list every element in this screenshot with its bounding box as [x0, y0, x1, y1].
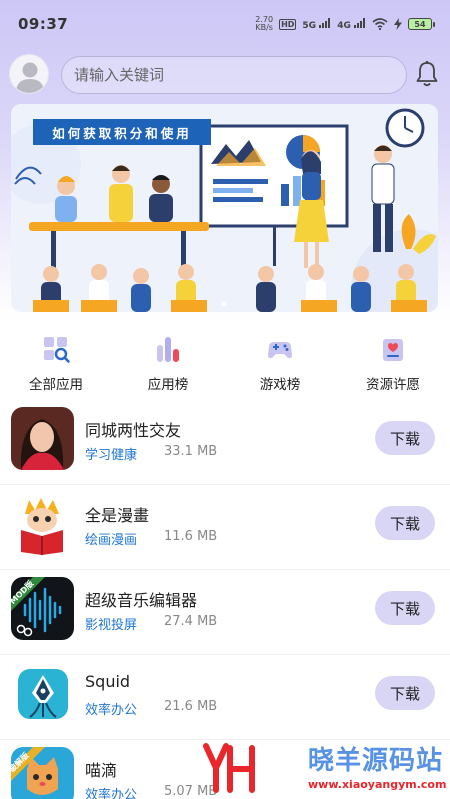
category-resource-wish[interactable]: 资源许愿 [343, 330, 443, 394]
gamepad-icon [268, 342, 292, 359]
watermark-logo-icon [203, 743, 255, 793]
bar-chart-icon [157, 337, 179, 362]
app-name: 喵滴 [85, 761, 118, 780]
category-label: 资源许愿 [366, 377, 420, 393]
hd-indicator: HD [279, 18, 297, 30]
app-icon [11, 407, 74, 470]
battery-indicator: 54 [408, 18, 435, 30]
status-icons: 2.70 KB/s HD 5G 4G 54 [255, 16, 435, 32]
download-button[interactable]: 下载 [375, 506, 435, 540]
app-icon: MOD版 [11, 577, 74, 640]
category-nav: 全部应用 应用榜 游戏榜 资源许愿 [0, 330, 450, 394]
category-label: 全部应用 [29, 377, 83, 393]
app-category[interactable]: 学习健康 [85, 444, 137, 463]
list-item[interactable]: MOD版 超级音乐编辑器 影视投屏 27.4 MB 下载 [0, 570, 450, 655]
list-item[interactable]: 同城两性交友 学习健康 33.1 MB 下载 [0, 400, 450, 485]
app-size: 27.4 MB [164, 614, 218, 629]
net-speed: 2.70 KB/s [255, 16, 273, 32]
wifi-icon [372, 18, 388, 30]
battery-level: 54 [414, 19, 426, 29]
category-label: 游戏榜 [259, 377, 301, 393]
watermark-url: www.xiaoyangym.com [308, 778, 447, 791]
app-size: 11.6 MB [164, 529, 218, 544]
app-icon [11, 492, 74, 555]
signal-4g-label: 4G [337, 20, 351, 31]
banner-title: 如何获取积分和使用 [33, 119, 211, 145]
app-category[interactable]: 绘画漫画 [85, 529, 137, 548]
signal-4g: 4G [337, 17, 366, 31]
charging-bolt-icon [394, 18, 402, 30]
net-speed-unit: KB/s [255, 23, 273, 32]
status-bar: 09:37 2.70 KB/s HD 5G 4G 54 [0, 0, 450, 48]
avatar[interactable] [9, 54, 49, 94]
app-size: 21.6 MB [164, 699, 218, 714]
download-button[interactable]: 下载 [375, 591, 435, 625]
download-button[interactable]: 下载 [375, 676, 435, 710]
category-app-ranking[interactable]: 应用榜 [118, 330, 218, 394]
category-label: 应用榜 [147, 377, 189, 393]
status-time: 09:37 [18, 15, 69, 33]
app-name: 全是漫畫 [85, 506, 150, 525]
app-name: 同城两性交友 [85, 421, 182, 440]
grid-search-icon [44, 337, 70, 363]
watermark-text: 晓羊源码站 [308, 746, 444, 776]
category-game-ranking[interactable]: 游戏榜 [230, 330, 330, 394]
app-category[interactable]: 效率办公 [85, 784, 137, 799]
category-all-apps[interactable]: 全部应用 [6, 330, 106, 394]
signal-bars-icon [354, 17, 365, 28]
download-button[interactable]: 下载 [375, 421, 435, 455]
app-name: 超级音乐编辑器 [85, 591, 198, 610]
app-icon: 破解版 [11, 747, 74, 799]
site-watermark: 晓羊源码站 www.xiaoyangym.com [196, 738, 450, 799]
signal-5g-label: 5G [302, 20, 317, 31]
search-input[interactable] [74, 66, 406, 84]
signal-bars-icon [319, 17, 331, 28]
portrait-app-icon [11, 407, 74, 470]
user-avatar-icon [16, 62, 44, 93]
search-box[interactable] [61, 56, 407, 94]
app-category[interactable]: 影视投屏 [85, 614, 137, 633]
bell-icon[interactable] [414, 60, 440, 88]
hd-label: HD [281, 19, 295, 29]
promo-banner[interactable]: 如何获取积分和使用 [11, 104, 438, 312]
app-category[interactable]: 效率办公 [85, 699, 137, 718]
signal-5g: 5G [302, 17, 331, 31]
app-name: Squid [85, 672, 131, 691]
comic-reader-app-icon [11, 492, 74, 555]
ink-pen-app-icon [18, 669, 68, 719]
wish-card-icon [383, 339, 403, 361]
list-item[interactable]: Squid 效率办公 21.6 MB 下载 [0, 655, 450, 740]
list-item[interactable]: 全是漫畫 绘画漫画 11.6 MB 下载 [0, 485, 450, 570]
app-size: 33.1 MB [164, 444, 218, 459]
app-icon [18, 669, 68, 719]
search-row [0, 52, 450, 96]
